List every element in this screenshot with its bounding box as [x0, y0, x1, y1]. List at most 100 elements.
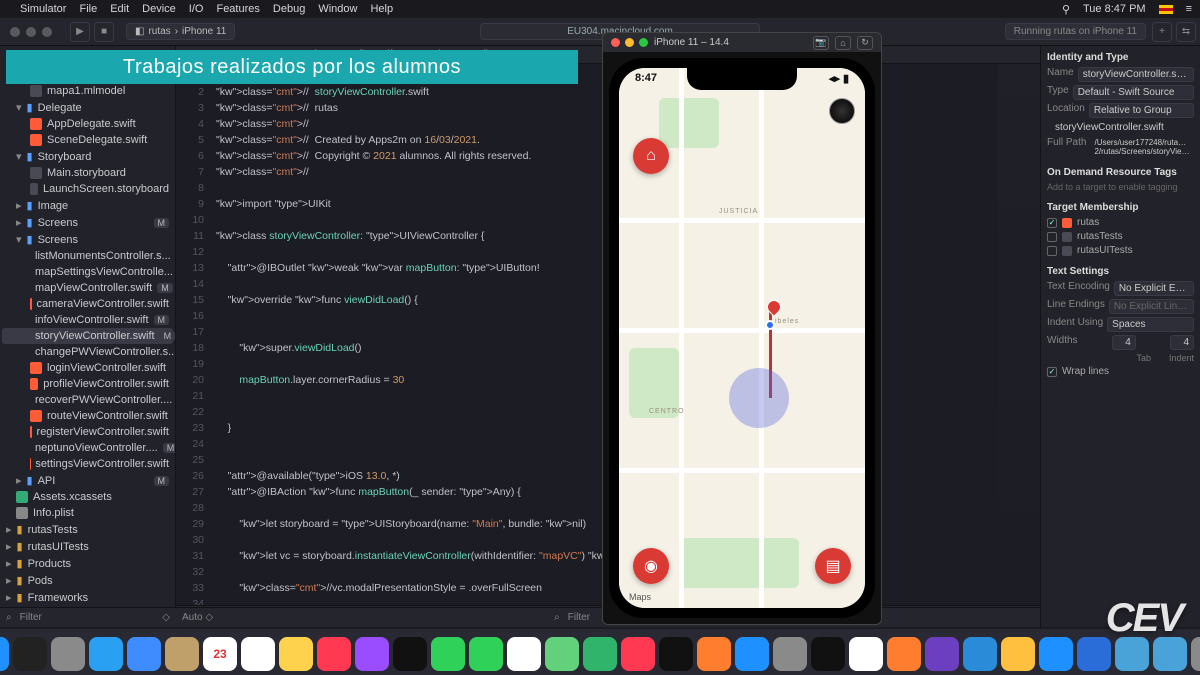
dock-app-firefox[interactable] — [887, 637, 921, 671]
file-plist[interactable]: Info.plist — [2, 505, 173, 521]
screenshot-icon[interactable]: 📷 — [813, 36, 829, 50]
menu-help[interactable]: Help — [370, 3, 393, 15]
dock-app-tv[interactable] — [393, 637, 427, 671]
dock-app-siri[interactable] — [13, 637, 47, 671]
minimap[interactable] — [998, 64, 1040, 605]
target-checkbox[interactable]: rutasUITests — [1047, 245, 1194, 256]
target-folder[interactable]: ▸▮rutasUITests — [2, 538, 173, 555]
camera-fab[interactable]: ◉ — [633, 548, 669, 584]
dock-app-stocks[interactable] — [659, 637, 693, 671]
dock-app-vscode[interactable] — [963, 637, 997, 671]
file-swift[interactable]: settingsViewController.swift — [2, 456, 173, 472]
menu-file[interactable]: File — [79, 3, 97, 15]
dock-app-facetime[interactable] — [469, 637, 503, 671]
dock-app-calendar[interactable]: 23 — [203, 637, 237, 671]
target-folder[interactable]: ▸▮rutasTests — [2, 521, 173, 538]
dock-app-xcode[interactable] — [1039, 637, 1073, 671]
group-delegate[interactable]: ▾▮Delegate — [2, 99, 173, 116]
dock-app-finder[interactable] — [0, 637, 9, 671]
indent-select[interactable]: Spaces — [1107, 317, 1194, 332]
rotate-icon[interactable]: ↻ — [857, 36, 873, 50]
project-navigator[interactable]: ▾▮Model rutf 1.mlmodel mapa1.mlmodel ▾▮D… — [0, 46, 176, 627]
dock-app-mail[interactable] — [127, 637, 161, 671]
menu-window[interactable]: Window — [318, 3, 357, 15]
dock-app-trash[interactable] — [1191, 637, 1200, 671]
dock-app-messages[interactable] — [431, 637, 465, 671]
dock-app-reminders[interactable] — [241, 637, 275, 671]
target-folder[interactable]: ▸▮Products — [2, 555, 173, 572]
file-swift[interactable]: mapSettingsViewControlle... — [2, 264, 173, 280]
target-folder[interactable]: ▸▮Pods — [2, 572, 173, 589]
target-checkbox[interactable]: ✓rutas — [1047, 217, 1194, 228]
dock-app-music[interactable] — [317, 637, 351, 671]
scheme-selector[interactable]: ◧ rutas › iPhone 11 — [126, 23, 235, 40]
file-swift[interactable]: mapViewController.swiftM — [2, 280, 173, 296]
dock-app-notes[interactable] — [279, 637, 313, 671]
menubar-flag-icon[interactable] — [1159, 5, 1173, 14]
dock-app-chrome[interactable] — [849, 637, 883, 671]
compass-icon[interactable] — [829, 98, 855, 124]
dock-app-vs[interactable] — [925, 637, 959, 671]
library-button[interactable]: + — [1152, 22, 1172, 42]
dock-app-docker[interactable] — [1001, 637, 1035, 671]
name-field[interactable]: storyViewController.swift — [1078, 67, 1194, 82]
menu-debug[interactable]: Debug — [273, 3, 305, 15]
menubar-wifi-icon[interactable]: ⚲ — [1062, 3, 1070, 16]
menu-app[interactable]: Simulator — [20, 3, 66, 15]
file-swift[interactable]: cameraViewController.swift — [2, 296, 173, 312]
file-swift[interactable]: recoverPWViewController.... — [2, 392, 173, 408]
group-api[interactable]: ▸▮APIM — [2, 472, 173, 489]
menubar-control-icon[interactable]: ≡ — [1186, 3, 1192, 15]
code-review-button[interactable]: ⇆ — [1176, 22, 1196, 42]
file-swift[interactable]: registerViewController.swift — [2, 424, 173, 440]
file-swift[interactable]: routeViewController.swift — [2, 408, 173, 424]
file-swift[interactable]: SceneDelegate.swift — [2, 132, 173, 148]
home-fab[interactable]: ⌂ — [633, 138, 669, 174]
dock-app-news[interactable] — [621, 637, 655, 671]
dock-app-folder1[interactable] — [1115, 637, 1149, 671]
file-swift[interactable]: profileViewController.swift — [2, 376, 173, 392]
auto-toggle[interactable]: Auto ◇ — [182, 612, 213, 623]
traffic-lights[interactable] — [611, 38, 648, 47]
dock-app-safari[interactable] — [89, 637, 123, 671]
tab-width-field[interactable]: 4 — [1112, 335, 1136, 350]
dock-app-launchpad[interactable] — [51, 637, 85, 671]
target-folder[interactable]: ▸▮Frameworks — [2, 589, 173, 606]
target-checkbox[interactable]: rutasTests — [1047, 231, 1194, 242]
dock-app-preferences[interactable] — [773, 637, 807, 671]
dock-app-appstore[interactable] — [735, 637, 769, 671]
dock-app-terminal[interactable] — [811, 637, 845, 671]
file-storyboard[interactable]: Main.storyboard — [2, 165, 173, 181]
file-mlmodel[interactable]: mapa1.mlmodel — [2, 83, 173, 99]
map-pin-icon[interactable] — [764, 297, 784, 317]
menu-device[interactable]: Device — [142, 3, 176, 15]
dock-app-azure[interactable] — [1077, 637, 1111, 671]
file-swift[interactable]: AppDelegate.swift — [2, 116, 173, 132]
simulator-titlebar[interactable]: iPhone 11 – 14.4 📷 ⌂ ↻ — [602, 32, 882, 52]
iphone-screen[interactable]: 8:47◂▸ ▮ JUSTICIA ibeles CENTRO — [619, 68, 865, 608]
type-select[interactable]: Default - Swift Source — [1073, 85, 1194, 100]
dock-app-numbers[interactable] — [583, 637, 617, 671]
dock-app-maps[interactable] — [545, 637, 579, 671]
file-swift[interactable]: loginViewController.swift — [2, 360, 173, 376]
menu-features[interactable]: Features — [216, 3, 259, 15]
file-swift[interactable]: infoViewController.swiftM — [2, 312, 173, 328]
group-screens[interactable]: ▾▮Screens — [2, 231, 173, 248]
indent-width-field[interactable]: 4 — [1170, 335, 1194, 350]
encoding-select[interactable]: No Explicit Encoding — [1114, 281, 1194, 296]
wrap-checkbox[interactable]: ✓Wrap lines — [1047, 366, 1194, 377]
dock[interactable]: 23 — [0, 629, 1200, 675]
dock-app-contacts[interactable] — [165, 637, 199, 671]
home-icon[interactable]: ⌂ — [835, 36, 851, 50]
lineend-select[interactable]: No Explicit Line Endings — [1109, 299, 1194, 314]
filter-icon[interactable]: ⌕ — [554, 612, 560, 623]
dock-app-folder2[interactable] — [1153, 637, 1187, 671]
book-fab[interactable]: ▤ — [815, 548, 851, 584]
file-swift[interactable]: changePWViewController.s... — [2, 344, 173, 360]
dock-app-books[interactable] — [697, 637, 731, 671]
file-swift-selected[interactable]: storyViewController.swiftM — [2, 328, 173, 344]
window-traffic-lights[interactable] — [0, 27, 62, 37]
group-image[interactable]: ▸▮Image — [2, 197, 173, 214]
group-screens-collapsed[interactable]: ▸▮ScreensM — [2, 214, 173, 231]
run-button[interactable]: ▶ — [70, 22, 90, 42]
